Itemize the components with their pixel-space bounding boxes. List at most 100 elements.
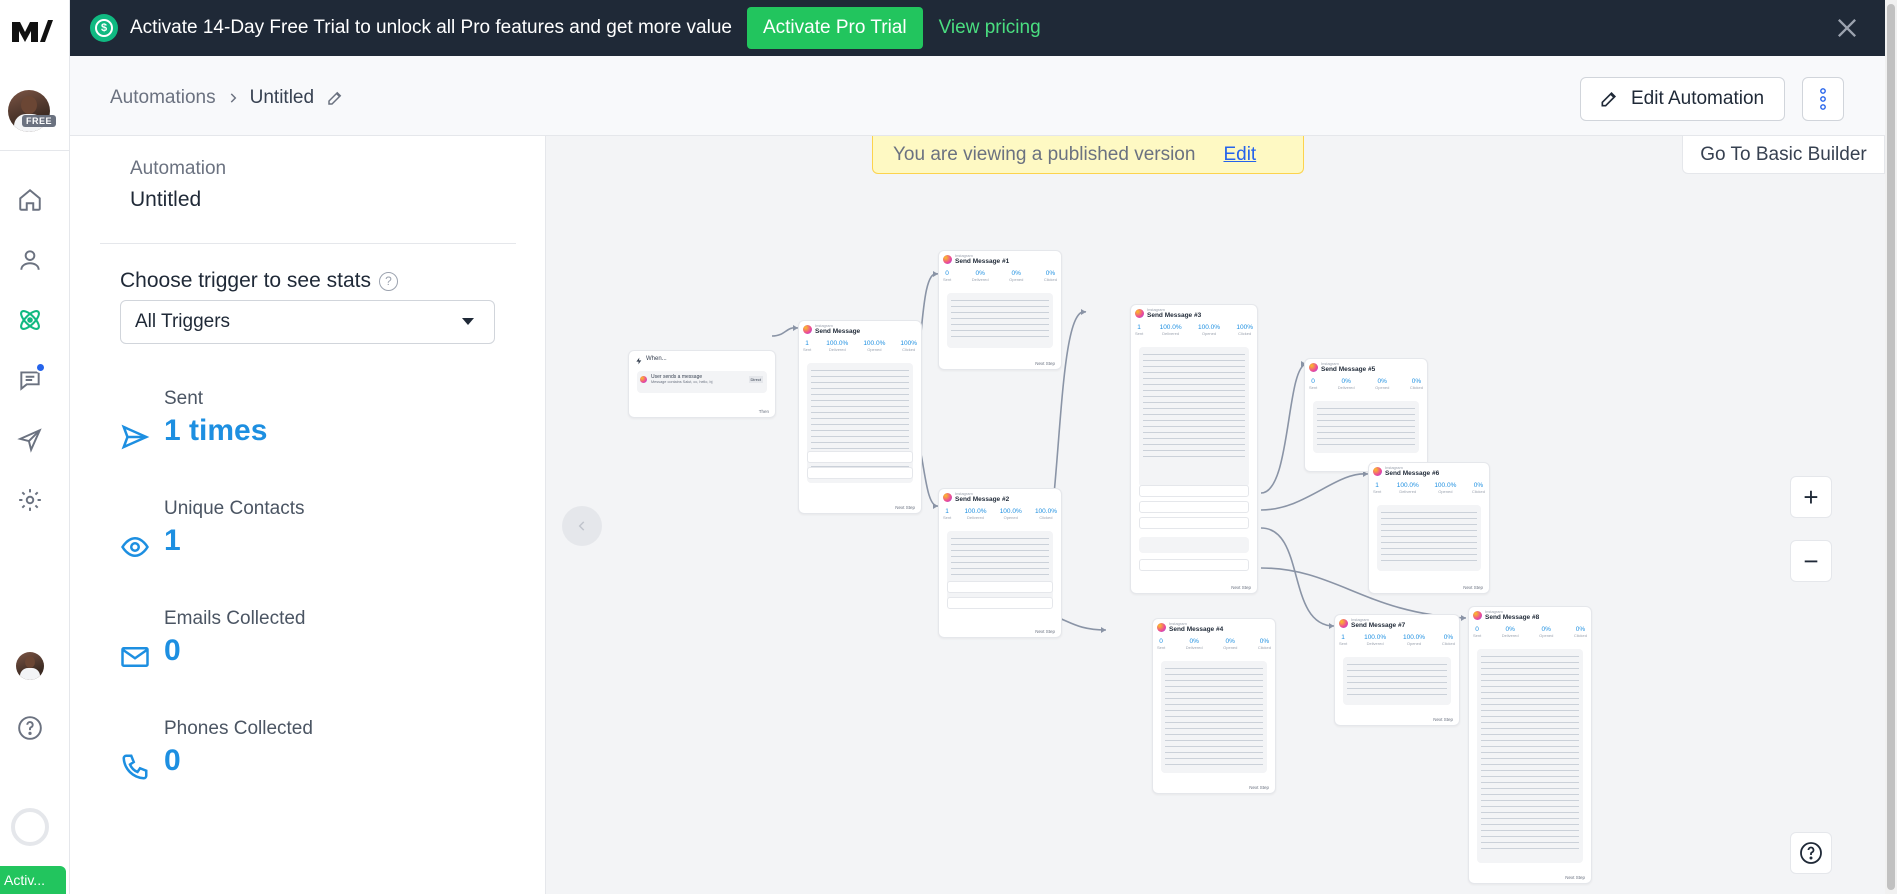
help-circle-icon[interactable]: ? [378,271,398,291]
automation-label: Automation [130,158,227,179]
more-options-button[interactable] [1802,77,1844,121]
send-message-node[interactable]: Instagram Send Message #7 1 Sent 100.0% De… [1334,614,1460,726]
stat-value: 0 [164,744,181,777]
automations-icon[interactable] [15,305,45,335]
instagram-icon [943,255,952,264]
node-stats: 1 Sent 100.0% Delivered 100.0% Opened 100.0… [943,508,1057,520]
next-step-label: Next Step [895,505,915,510]
quick-reply-button[interactable] [947,597,1053,609]
trigger-node[interactable]: When... User sends a message Message con… [628,350,776,418]
node-stats: 1 Sent 100.0% Delivered 100.0% Opened 100% C… [1135,324,1253,336]
send-message-node[interactable]: Instagram Send Message #3 1 Sent 100.0% De… [1130,304,1258,594]
breadcrumb-current: Untitled [249,87,315,108]
edit-automation-button[interactable]: Edit Automation [1580,77,1785,121]
trigger-item[interactable]: User sends a message Message contains Sa… [637,371,767,393]
next-step-label: Next Step [1433,717,1453,722]
node-stats: 0 Sent 0% Delivered 0% Opened 0% Clicked [1157,638,1271,650]
banner-message: Activate 14-Day Free Trial to unlock all… [130,17,732,38]
quick-reply-button[interactable] [1139,485,1249,497]
manychat-logo[interactable] [10,16,54,46]
node-title: Send Message #3 [1147,312,1202,319]
message-preview [947,293,1053,348]
activate-trial-button[interactable]: Activate Pro Trial [746,7,923,49]
zoom-in-button[interactable]: + [1790,476,1832,518]
page-scrollbar[interactable] [1885,0,1897,894]
instagram-icon [1309,363,1318,372]
contacts-icon[interactable] [15,245,45,275]
settings-icon[interactable] [15,485,45,515]
activate-button[interactable]: Activ... [0,866,66,894]
instagram-icon [1373,467,1382,476]
edit-link[interactable]: Edit [1223,144,1256,166]
node-stats: 1 Sent 100.0% Delivered 100.0% Opened 0% Cli… [1339,634,1455,646]
send-message-node[interactable]: Instagram Send Message 1 Sent 100.0% Deliv… [798,320,922,514]
stat-label: Phones Collected [164,718,313,739]
account-avatar[interactable] [16,652,44,680]
message-preview [1377,505,1481,571]
canvas-help-button[interactable] [1790,832,1832,874]
node-title: Send Message #5 [1321,366,1376,373]
send-message-node[interactable]: Instagram Send Message #2 1 Sent 100.0% De… [938,488,1062,638]
home-icon[interactable] [15,185,45,215]
instagram-icon [640,376,647,383]
send-message-node[interactable]: Instagram Send Message #8 0 Sent 0% Delive… [1468,606,1592,884]
node-title: Send Message [815,328,861,335]
flow-canvas[interactable]: When... User sends a message Message con… [546,136,1885,894]
node-stats: 0 Sent 0% Delivered 0% Opened 0% Clicked [943,270,1057,282]
quick-reply-button[interactable] [1139,517,1249,529]
stats-panel: Automation Untitled Choose trigger to se… [70,136,546,894]
go-to-basic-builder-button[interactable]: Go To Basic Builder [1682,136,1885,174]
close-icon[interactable] [1833,14,1861,42]
stat-value: 1 [164,524,181,557]
published-version-notice: You are viewing a published version Edit [872,136,1304,174]
breadcrumb-automations[interactable]: Automations [110,87,216,109]
lightning-icon [636,357,642,365]
choose-trigger-heading: Choose trigger to see stats ? [120,269,398,293]
published-notice-text: You are viewing a published version [893,143,1196,165]
trial-banner: $ Activate 14-Day Free Trial to unlock a… [70,0,1885,56]
trigger-subtext: Message contains Salut, cc, hello, bj [651,380,713,384]
broadcast-icon[interactable] [15,425,45,455]
zoom-out-button[interactable]: − [1790,540,1832,582]
next-step-label: Next Step [1231,585,1251,590]
message-preview [807,363,913,483]
send-message-node[interactable]: Instagram Send Message #6 1 Sent 100.0% De… [1368,462,1490,594]
quick-reply-button[interactable] [947,581,1053,593]
send-message-node[interactable]: Instagram Send Message #4 0 Sent 0% Delive… [1152,618,1276,794]
message-preview [1313,401,1419,453]
message-preview [1139,537,1249,553]
edit-automation-label: Edit Automation [1631,88,1765,109]
eye-icon [121,536,149,558]
quick-reply-button[interactable] [1139,559,1249,571]
plan-badge: FREE [22,115,57,127]
quick-reply-button[interactable] [1139,501,1249,513]
quick-reply-button[interactable] [807,451,913,463]
instagram-icon [1473,611,1482,620]
send-icon [121,424,150,450]
caret-down-icon [462,318,474,325]
phone-icon [122,754,148,780]
message-preview [1343,657,1451,705]
next-step-label: Next Step [1249,785,1269,790]
nav-rail: FREE Activ... [0,0,70,894]
stat-label: Unique Contacts [164,498,305,519]
more-vertical-icon [1820,88,1826,110]
trigger-select[interactable]: All Triggers [120,300,495,344]
next-step-label: Next Step [1035,361,1055,366]
pencil-icon [1601,91,1617,107]
node-title: Send Message #1 [955,258,1010,265]
quick-reply-button[interactable] [807,467,913,479]
send-message-node[interactable]: Instagram Send Message #5 0 Sent 0% Delive… [1304,358,1428,472]
help-icon[interactable] [15,713,45,743]
stat-value: 0 [164,634,181,667]
view-pricing-link[interactable]: View pricing [939,17,1041,39]
node-stats: 0 Sent 0% Delivered 0% Opened 0% Clicked [1473,626,1587,638]
next-step-label: Next Step [1463,585,1483,590]
next-step-label: Next Step [1035,629,1055,634]
message-preview [1477,649,1583,863]
rename-pencil-icon[interactable] [326,89,344,107]
collapse-panel-button[interactable] [562,506,602,546]
notification-dot [35,362,46,373]
send-message-node[interactable]: Instagram Send Message #1 0 Sent 0% Delive… [938,250,1062,370]
node-title: Send Message #6 [1385,470,1440,477]
